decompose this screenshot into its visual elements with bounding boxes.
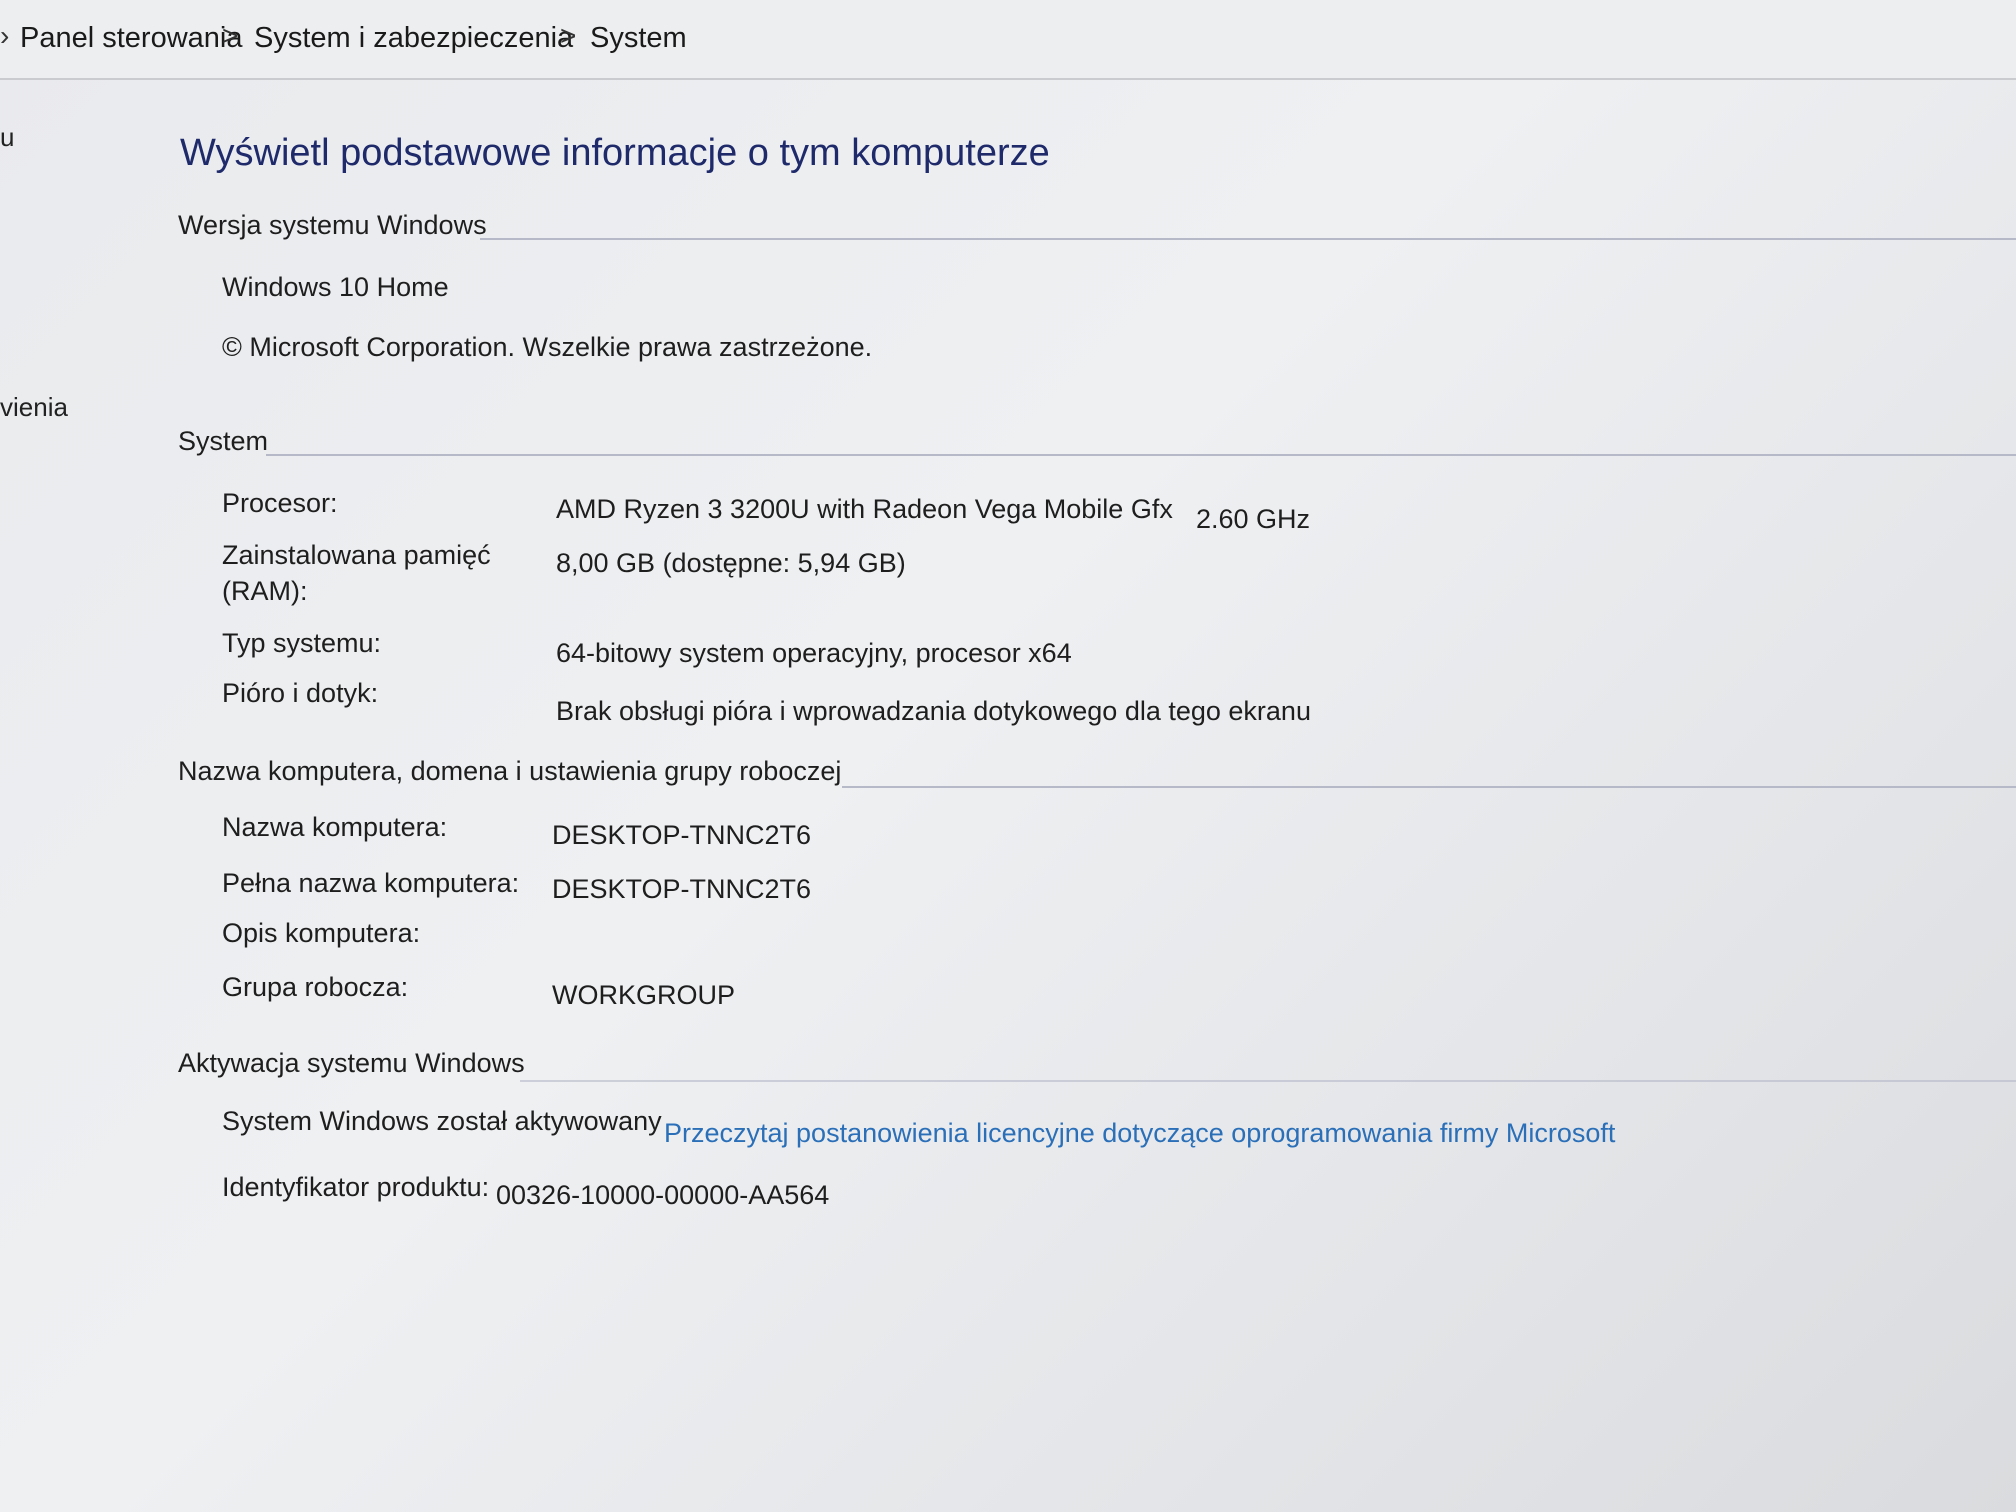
computer-description-label: Opis komputera:: [222, 918, 421, 948]
address-bar: › Panel sterowania > System i zabezpiecz…: [0, 0, 2016, 80]
section-header-computer-name: Nazwa komputera, domena i ustawienia gru…: [178, 756, 842, 786]
computer-name-label: Nazwa komputera:: [222, 812, 448, 842]
chevron-right-icon[interactable]: >: [560, 20, 576, 52]
system-type-value: 64-bitowy system operacyjny, procesor x6…: [556, 638, 1072, 668]
processor-speed: 2.60 GHz: [1196, 504, 1311, 534]
activation-status: System Windows został aktywowany: [222, 1106, 662, 1136]
section-divider: [266, 454, 2016, 456]
windows-edition-value: Windows 10 Home: [222, 272, 449, 302]
section-divider: [520, 1080, 2016, 1082]
breadcrumb-item-system-i-zabezpieczenia[interactable]: System i zabezpieczenia: [254, 22, 573, 55]
pen-touch-label: Pióro i dotyk:: [222, 678, 379, 708]
ram-label-suffix: (RAM):: [222, 576, 308, 606]
breadcrumb-item-system[interactable]: System: [590, 22, 687, 55]
page-title: Wyświetl podstawowe informacje o tym kom…: [180, 132, 1050, 174]
workgroup-value: WORKGROUP: [552, 980, 736, 1010]
product-id-value: 00326-10000-00000-AA564: [496, 1180, 830, 1210]
full-computer-name-value: DESKTOP-TNNC2T6: [552, 874, 812, 904]
chevron-right-icon[interactable]: ›: [0, 20, 9, 52]
processor-label: Procesor:: [222, 488, 338, 518]
full-computer-name-label: Pełna nazwa komputera:: [222, 868, 520, 898]
chevron-right-icon[interactable]: >: [222, 20, 238, 52]
section-header-system: System: [178, 426, 269, 456]
computer-name-value: DESKTOP-TNNC2T6: [552, 820, 812, 850]
processor-value: AMD Ryzen 3 3200U with Radeon Vega Mobil…: [556, 494, 1173, 524]
workgroup-label: Grupa robocza:: [222, 972, 409, 1002]
section-divider: [842, 786, 2016, 788]
section-divider: [480, 238, 2016, 240]
license-terms-link[interactable]: Przeczytaj postanowienia licencyjne doty…: [664, 1118, 1615, 1149]
ram-label: Zainstalowana pamięć: [222, 540, 491, 570]
sidebar-link-fragment[interactable]: u: [0, 122, 14, 153]
system-type-label: Typ systemu:: [222, 628, 382, 658]
pen-touch-value: Brak obsługi pióra i wprowadzania dotyko…: [556, 696, 1311, 726]
sidebar-link-fragment[interactable]: vienia: [0, 392, 68, 423]
product-id-label: Identyfikator produktu:: [222, 1172, 490, 1202]
breadcrumb-item-panel-sterowania[interactable]: Panel sterowania: [20, 22, 242, 55]
ram-value: 8,00 GB (dostępne: 5,94 GB): [556, 548, 906, 578]
section-header-windows-edition: Wersja systemu Windows: [178, 210, 487, 240]
section-header-activation: Aktywacja systemu Windows: [178, 1048, 525, 1078]
copyright-text: © Microsoft Corporation. Wszelkie prawa …: [222, 332, 873, 362]
